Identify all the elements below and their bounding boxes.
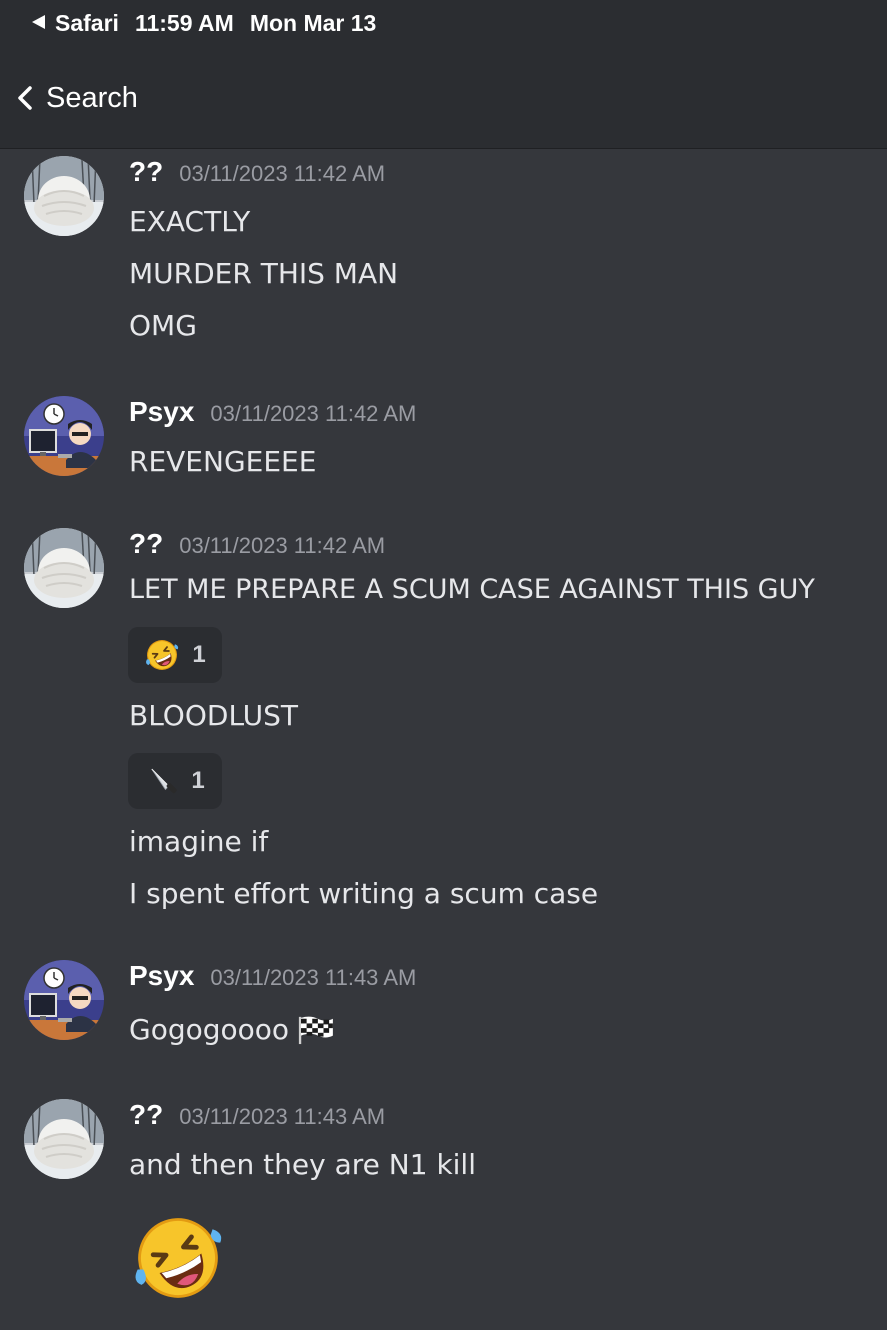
app-header: Safari 11:59 AM Mon Mar 13 Search: [0, 0, 887, 149]
back-to-app-link[interactable]: Safari: [32, 10, 119, 36]
avatar[interactable]: [24, 396, 104, 476]
computer-user-avatar-icon: [24, 396, 104, 476]
message-text: imagine if: [129, 825, 269, 858]
reaction-count: 1: [192, 641, 206, 668]
rolling-on-floor-laughing-icon: [130, 1210, 226, 1306]
status-date: Mon Mar 13: [249, 10, 377, 36]
message-text: OMG: [129, 309, 197, 342]
back-app-label: Safari: [55, 10, 119, 36]
status-bar: Safari 11:59 AM Mon Mar 13: [32, 10, 376, 37]
timestamp: 03/11/2023 11:42 AM: [210, 401, 417, 426]
back-button[interactable]: Search: [14, 78, 138, 118]
chequered-flag-icon: [297, 1015, 335, 1045]
seal-avatar-icon: [24, 528, 104, 608]
message-text: and then they are N1 kill: [129, 1148, 476, 1181]
message-text: EXACTLY: [129, 205, 251, 238]
message-text: I spent effort writing a scum case: [129, 877, 599, 910]
seal-avatar-icon: [24, 1099, 104, 1179]
back-label: Search: [46, 81, 138, 114]
reaction-chip[interactable]: 1: [128, 753, 222, 809]
author-name[interactable]: Psyx: [129, 960, 194, 992]
author-name[interactable]: ??: [129, 1099, 163, 1131]
avatar[interactable]: [24, 1099, 104, 1179]
avatar[interactable]: [24, 528, 104, 608]
clock-time: 11:59 AM: [134, 10, 234, 36]
message-header: ?? 03/11/2023 11:42 AM: [129, 156, 385, 196]
timestamp: 03/11/2023 11:42 AM: [179, 533, 386, 558]
message-text-row: Gogogoooo: [129, 1010, 335, 1050]
message-header: ?? 03/11/2023 11:42 AM: [129, 528, 385, 568]
knife-icon: [145, 764, 179, 798]
timestamp: 03/11/2023 11:42 AM: [179, 161, 386, 186]
timestamp: 03/11/2023 11:43 AM: [179, 1104, 386, 1129]
back-triangle-icon: [32, 15, 45, 29]
seal-avatar-icon: [24, 156, 104, 236]
rolling-on-floor-laughing-icon: [144, 637, 180, 673]
chevron-left-icon: [18, 86, 32, 110]
message-text: REVENGEEEE: [129, 445, 317, 478]
author-name[interactable]: ??: [129, 156, 163, 188]
message-text: MURDER THIS MAN: [129, 257, 399, 290]
avatar[interactable]: [24, 156, 104, 236]
avatar[interactable]: [24, 960, 104, 1040]
message-text: BLOODLUST: [129, 699, 299, 732]
computer-user-avatar-icon: [24, 960, 104, 1040]
message-header: ?? 03/11/2023 11:43 AM: [129, 1099, 385, 1139]
author-name[interactable]: ??: [129, 528, 163, 560]
message-text: Gogogoooo: [129, 1013, 290, 1046]
timestamp: 03/11/2023 11:43 AM: [210, 965, 417, 990]
message-header: Psyx 03/11/2023 11:42 AM: [129, 396, 416, 436]
reaction-chip[interactable]: 1: [128, 627, 222, 683]
reaction-count: 1: [191, 767, 205, 794]
message-text: LET ME PREPARE A SCUM CASE AGAINST THIS …: [129, 574, 815, 605]
message-header: Psyx 03/11/2023 11:43 AM: [129, 960, 416, 1000]
author-name[interactable]: Psyx: [129, 396, 194, 428]
